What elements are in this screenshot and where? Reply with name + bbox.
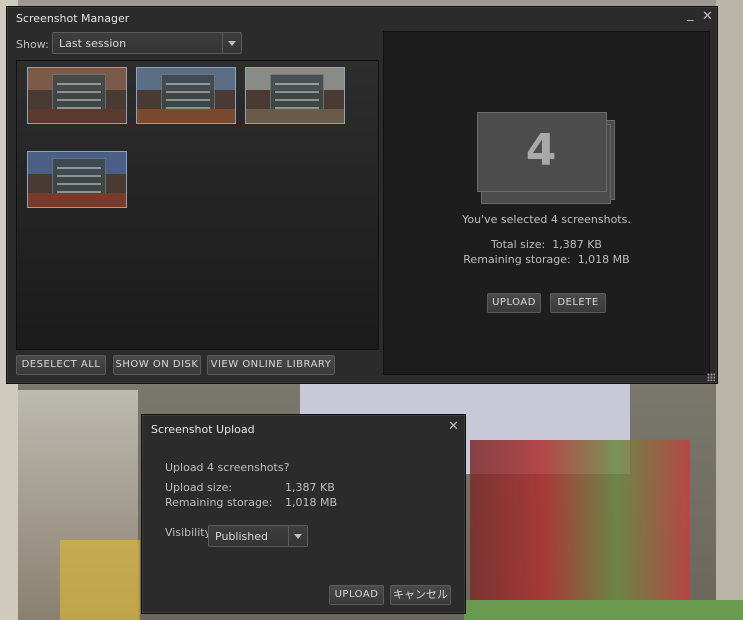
- show-select[interactable]: Last session: [52, 32, 242, 54]
- resize-grip-icon[interactable]: [707, 373, 715, 381]
- thumbnail-grid: [16, 60, 379, 350]
- chevron-down-icon: [222, 33, 241, 53]
- dialog-title: Screenshot Upload: [151, 423, 255, 436]
- dialog-upload-button[interactable]: UPLOAD: [329, 585, 384, 605]
- visibility-select[interactable]: Published: [208, 525, 308, 547]
- thumbnail-ground: [246, 109, 344, 123]
- screenshot-thumbnail[interactable]: [245, 67, 345, 124]
- upload-button[interactable]: UPLOAD: [487, 293, 541, 313]
- total-size-row: Total size: 1,387 KB: [384, 238, 709, 251]
- selected-count: 4: [525, 125, 557, 176]
- window-title: Screenshot Manager: [16, 12, 130, 25]
- total-size-value: 1,387 KB: [552, 238, 602, 251]
- remaining-storage-label: Remaining storage:: [463, 253, 571, 266]
- deselect-all-button[interactable]: DESELECT ALL: [16, 355, 106, 375]
- selected-summary: You've selected 4 screenshots.: [462, 213, 631, 226]
- minimize-button[interactable]: _: [687, 8, 694, 22]
- remaining-storage-value: 1,018 MB: [577, 253, 630, 266]
- chevron-down-icon: [288, 526, 307, 546]
- screenshot-thumbnail[interactable]: [27, 67, 127, 124]
- background-floor: [464, 600, 743, 620]
- background-products: [470, 440, 690, 620]
- visibility-label: Visibility: [165, 526, 212, 539]
- upload-size-value: 1,387 KB: [285, 481, 335, 494]
- total-size-label: Total size:: [491, 238, 546, 251]
- background-products: [60, 540, 140, 620]
- delete-button[interactable]: DELETE: [550, 293, 606, 313]
- thumbnail-ground: [137, 109, 235, 123]
- dialog-titlebar: Screenshot Upload ✕: [142, 415, 465, 437]
- show-on-disk-button[interactable]: SHOW ON DISK: [113, 355, 201, 375]
- show-select-value: Last session: [59, 37, 127, 50]
- upload-size-label: Upload size:: [165, 481, 233, 494]
- remaining-storage-label: Remaining storage:: [165, 496, 273, 509]
- cancel-button[interactable]: キャンセル: [390, 585, 451, 605]
- close-button[interactable]: ✕: [702, 10, 713, 24]
- remaining-storage-value: 1,018 MB: [285, 496, 338, 509]
- thumbnail-ground: [28, 109, 126, 123]
- screenshot-thumbnail[interactable]: [136, 67, 236, 124]
- screenshot-upload-dialog: Screenshot Upload ✕ Upload 4 screenshots…: [141, 414, 466, 614]
- background-shelf: [716, 0, 743, 620]
- screenshot-manager-window: Screenshot Manager _ ✕ Show: Last sessio…: [6, 6, 718, 384]
- screenshot-thumbnail[interactable]: [27, 151, 127, 208]
- upload-question: Upload 4 screenshots?: [165, 461, 290, 474]
- titlebar: Screenshot Manager _ ✕: [7, 7, 717, 29]
- remaining-storage-row: Remaining storage: 1,018 MB: [384, 253, 709, 266]
- visibility-select-value: Published: [215, 530, 268, 543]
- thumbnail-ground: [28, 193, 126, 207]
- show-label: Show:: [16, 38, 49, 51]
- view-online-library-button[interactable]: VIEW ONLINE LIBRARY: [207, 355, 335, 375]
- close-button[interactable]: ✕: [448, 420, 459, 434]
- selection-detail-panel: 4 You've selected 4 screenshots. Total s…: [383, 31, 710, 375]
